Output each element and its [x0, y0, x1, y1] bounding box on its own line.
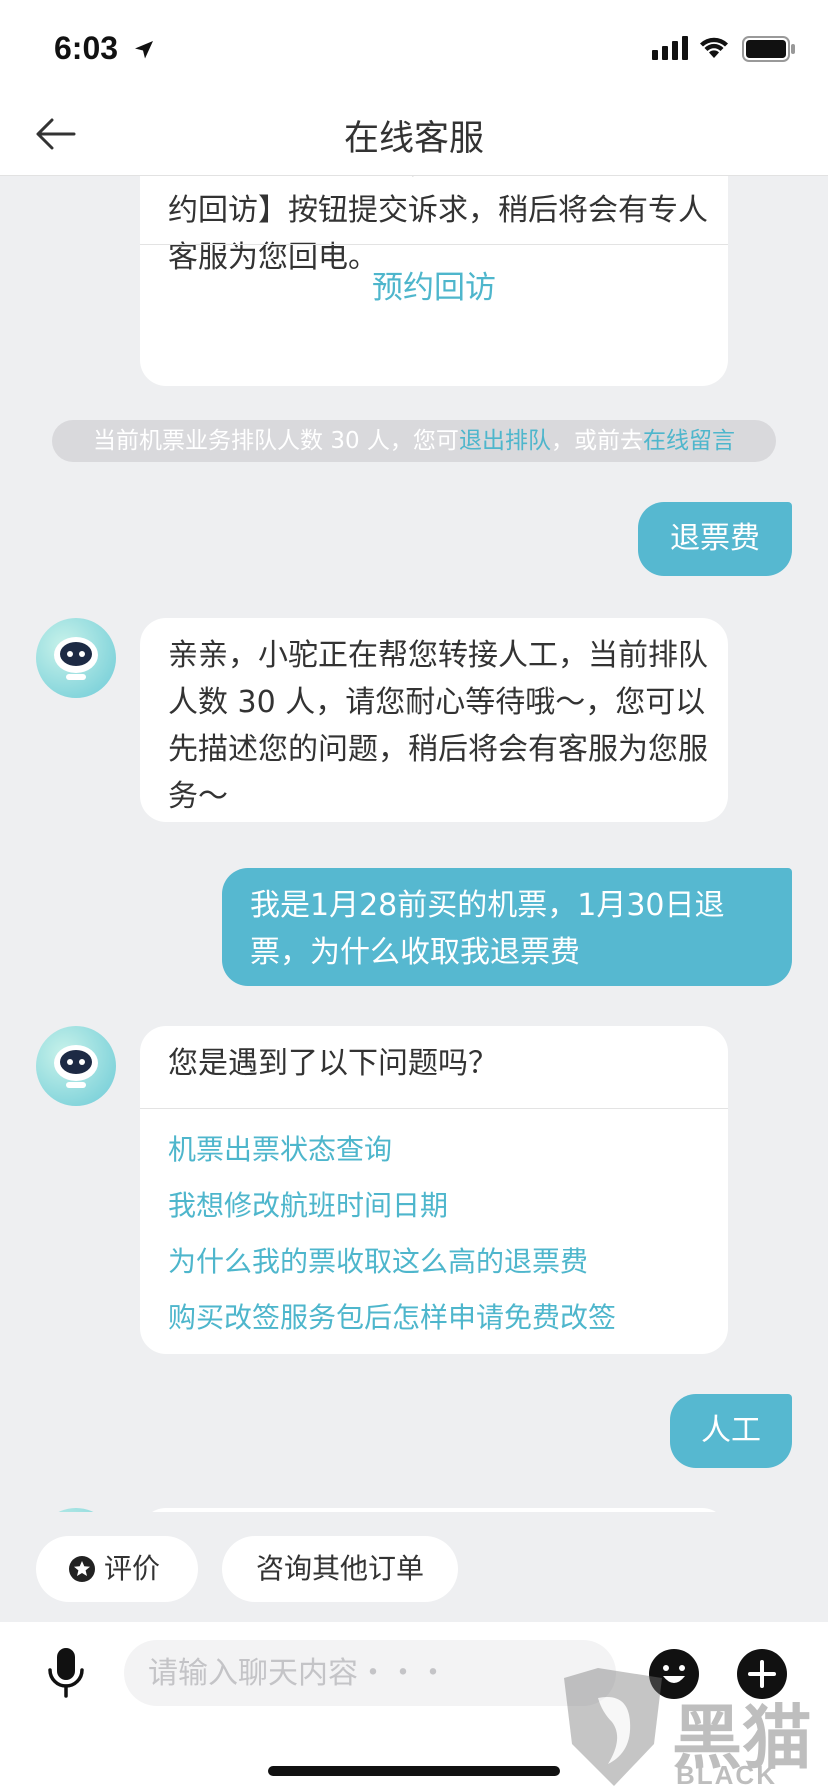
- bot-message-bubble: 亲亲，小驼正在帮您转接人工，当前排队人数 30 人，请您耐心等待哦～，您可以先描…: [140, 618, 728, 822]
- queue-notice-middle: ，或前去: [550, 428, 643, 454]
- status-bar: 6:03: [0, 0, 828, 100]
- faq-option[interactable]: 为什么我的票收取这么高的退票费: [168, 1240, 588, 1280]
- exit-queue-link[interactable]: 退出排队: [459, 428, 551, 454]
- user-message-bubble: 退票费: [638, 502, 792, 576]
- schedule-callback-button[interactable]: 预约回访: [140, 262, 728, 307]
- robot-avatar-icon: [36, 618, 116, 698]
- signal-icon: [652, 36, 688, 60]
- location-arrow-icon: [135, 41, 153, 59]
- bot-message-text: 亲亲，小驼正在帮您转接人工，当前排队人数 30 人，请您耐心等待哦～，您可以先描…: [168, 638, 708, 814]
- wifi-icon: [700, 37, 728, 58]
- faq-option[interactable]: 我想修改航班时间日期: [168, 1184, 448, 1224]
- rate-button[interactable]: 评价: [36, 1536, 198, 1602]
- microphone-icon[interactable]: [46, 1646, 86, 1698]
- queue-notice-text: 当前机票业务排队人数 30 人，您可: [93, 428, 459, 454]
- queue-notice: 当前机票业务排队人数 30 人，您可退出排队，或前去在线留言: [52, 420, 776, 462]
- consult-other-orders-button[interactable]: 咨询其他订单: [222, 1536, 458, 1602]
- rate-button-label: 评价: [104, 1552, 161, 1585]
- faq-option[interactable]: 机票出票状态查询: [168, 1128, 392, 1168]
- quick-actions: 评价 咨询其他订单: [0, 1512, 828, 1612]
- callback-card: 如您不想继续等待，您可以点击下方【预约回访】按钮提交诉求，稍后将会有专人客服为您…: [140, 176, 728, 386]
- top-bar: 6:03 在线客服: [0, 0, 828, 176]
- faq-option[interactable]: 购买改签服务包后怎样申请免费改签: [168, 1296, 616, 1336]
- battery-icon: [742, 36, 795, 62]
- home-indicator: [268, 1766, 560, 1776]
- user-message-bubble: 人工: [670, 1394, 792, 1468]
- watermark-logo: 黑猫 BLACK CAT: [558, 1668, 828, 1792]
- cat-logo-icon: [564, 1668, 662, 1786]
- divider: [140, 244, 728, 245]
- star-icon: [69, 1556, 95, 1582]
- status-time: 6:03: [54, 30, 119, 66]
- online-message-link[interactable]: 在线留言: [643, 428, 735, 454]
- chat-area[interactable]: 如您不想继续等待，您可以点击下方【预约回访】按钮提交诉求，稍后将会有专人客服为您…: [0, 176, 828, 1512]
- chat-input[interactable]: [124, 1640, 616, 1706]
- watermark-en: BLACK CAT: [676, 1760, 777, 1792]
- user-message-bubble: 我是1月28前买的机票，1月30日退票，为什么收取我退票费: [222, 868, 792, 986]
- divider: [140, 1108, 728, 1109]
- faq-suggestion-card: 您是遇到了以下问题吗？ 机票出票状态查询 我想修改航班时间日期 为什么我的票收取…: [140, 1026, 728, 1354]
- faq-question: 您是遇到了以下问题吗？: [168, 1046, 498, 1081]
- page-title: 在线客服: [343, 119, 484, 159]
- robot-avatar-icon: [36, 1026, 116, 1106]
- navigation-bar: 在线客服: [0, 100, 828, 176]
